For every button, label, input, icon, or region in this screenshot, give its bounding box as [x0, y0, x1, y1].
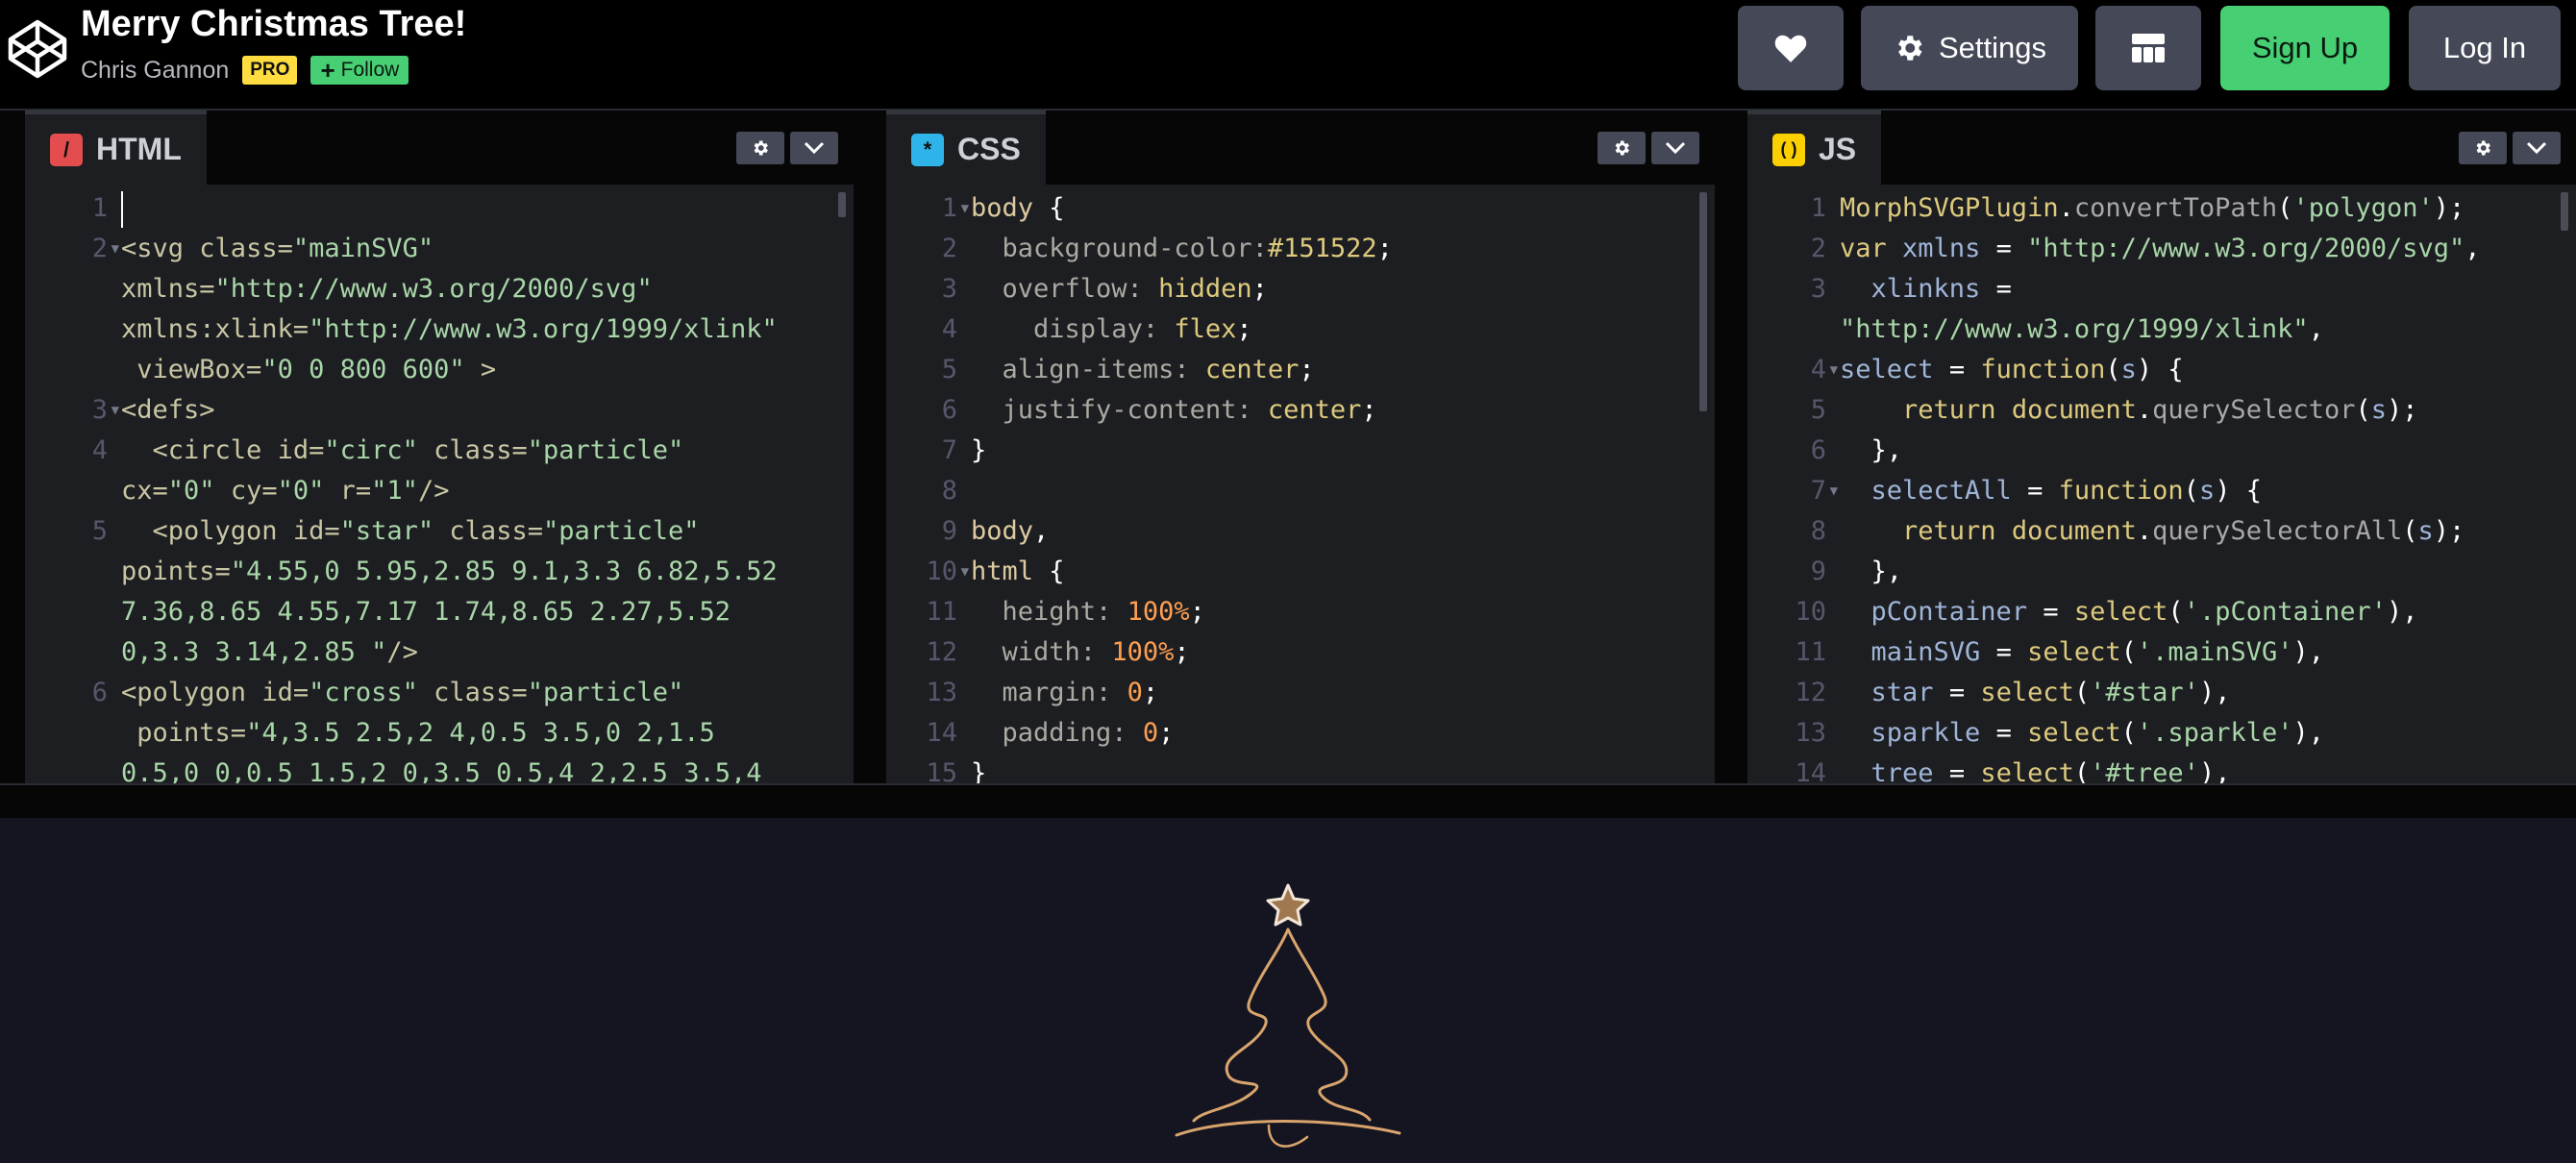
css-settings-button[interactable] — [1598, 132, 1646, 164]
pro-badge: PRO — [242, 56, 298, 85]
pen-title[interactable]: Merry Christmas Tree! — [81, 4, 466, 45]
html-editor-label: HTML — [96, 132, 182, 166]
css-scrollbar[interactable] — [1699, 192, 1707, 411]
html-scrollbar[interactable] — [838, 192, 846, 217]
sign-up-button[interactable]: Sign Up — [2220, 6, 2390, 90]
result-preview — [0, 818, 2576, 1163]
log-in-button[interactable]: Log In — [2409, 6, 2561, 90]
tree-icon — [1175, 883, 1401, 1148]
css-collapse-button[interactable] — [1651, 132, 1699, 164]
html-editor-header: / HTML — [25, 111, 854, 185]
css-code-area[interactable]: 1 ▼ body { 2 background-color:#151522; 3 o… — [886, 185, 1715, 783]
like-button[interactable] — [1738, 6, 1844, 90]
gear-icon — [1898, 36, 1922, 61]
js-scrollbar[interactable] — [2561, 192, 2568, 231]
layout-grid-icon — [2132, 34, 2165, 62]
left-edge — [0, 111, 25, 783]
html-collapse-button[interactable] — [790, 132, 838, 164]
follow-label: Follow — [340, 59, 400, 81]
html-icon: / — [50, 133, 83, 166]
js-code-area[interactable]: 1 MorphSVGPlugin.convertToPath('polygon')… — [1747, 185, 2576, 783]
editors-area: / HTML 1 2 ▼ <svg class="mainSVG" xmlns="h… — [0, 111, 2576, 783]
top-header: Merry Christmas Tree! Chris Gannon PRO +… — [0, 0, 2576, 111]
css-editor-label: CSS — [957, 132, 1021, 166]
plus-icon: + — [320, 56, 335, 85]
settings-label: Settings — [1938, 31, 2046, 64]
js-editor-label: JS — [1819, 132, 1857, 166]
html-editor-panel: / HTML 1 2 ▼ <svg class="mainSVG" xmlns="h… — [25, 111, 854, 783]
change-view-button[interactable] — [2095, 6, 2201, 90]
css-icon: * — [911, 133, 944, 166]
gear-icon — [754, 140, 768, 156]
author-row: Chris Gannon PRO + Follow — [81, 54, 409, 87]
js-editor-header: ( ) JS — [1747, 111, 2576, 185]
js-editor-tab[interactable]: ( ) JS — [1747, 111, 1882, 185]
chevron-down-icon — [804, 141, 825, 155]
js-settings-button[interactable] — [2459, 132, 2507, 164]
editor-resizer[interactable] — [1715, 111, 1747, 783]
chevron-down-icon — [2526, 141, 2547, 155]
star-icon — [1266, 883, 1310, 927]
html-code-area[interactable]: 1 2 ▼ <svg class="mainSVG" xmlns="http://w… — [25, 185, 854, 783]
preview-resizer[interactable] — [0, 783, 2576, 818]
html-editor-tab[interactable]: / HTML — [25, 111, 207, 185]
heart-icon — [1774, 35, 1807, 62]
css-editor-header: * CSS — [886, 111, 1715, 185]
js-editor-panel: ( ) JS 1 MorphSVGPlugin.convertToPath('po… — [1747, 111, 2576, 783]
editor-resizer[interactable] — [854, 111, 886, 783]
html-settings-button[interactable] — [736, 132, 784, 164]
gear-icon — [2476, 140, 2490, 156]
settings-button[interactable]: Settings — [1861, 6, 2078, 90]
follow-button[interactable]: + Follow — [310, 56, 409, 85]
codepen-logo-icon[interactable] — [6, 17, 69, 81]
author-name[interactable]: Chris Gannon — [81, 57, 229, 85]
chevron-down-icon — [1665, 141, 1686, 155]
css-editor-tab[interactable]: * CSS — [886, 111, 1046, 185]
css-editor-panel: * CSS 1 ▼ body { 2 background-color:#15152… — [886, 111, 1715, 783]
js-icon: ( ) — [1772, 133, 1805, 166]
js-collapse-button[interactable] — [2513, 132, 2561, 164]
gear-icon — [1615, 140, 1629, 156]
